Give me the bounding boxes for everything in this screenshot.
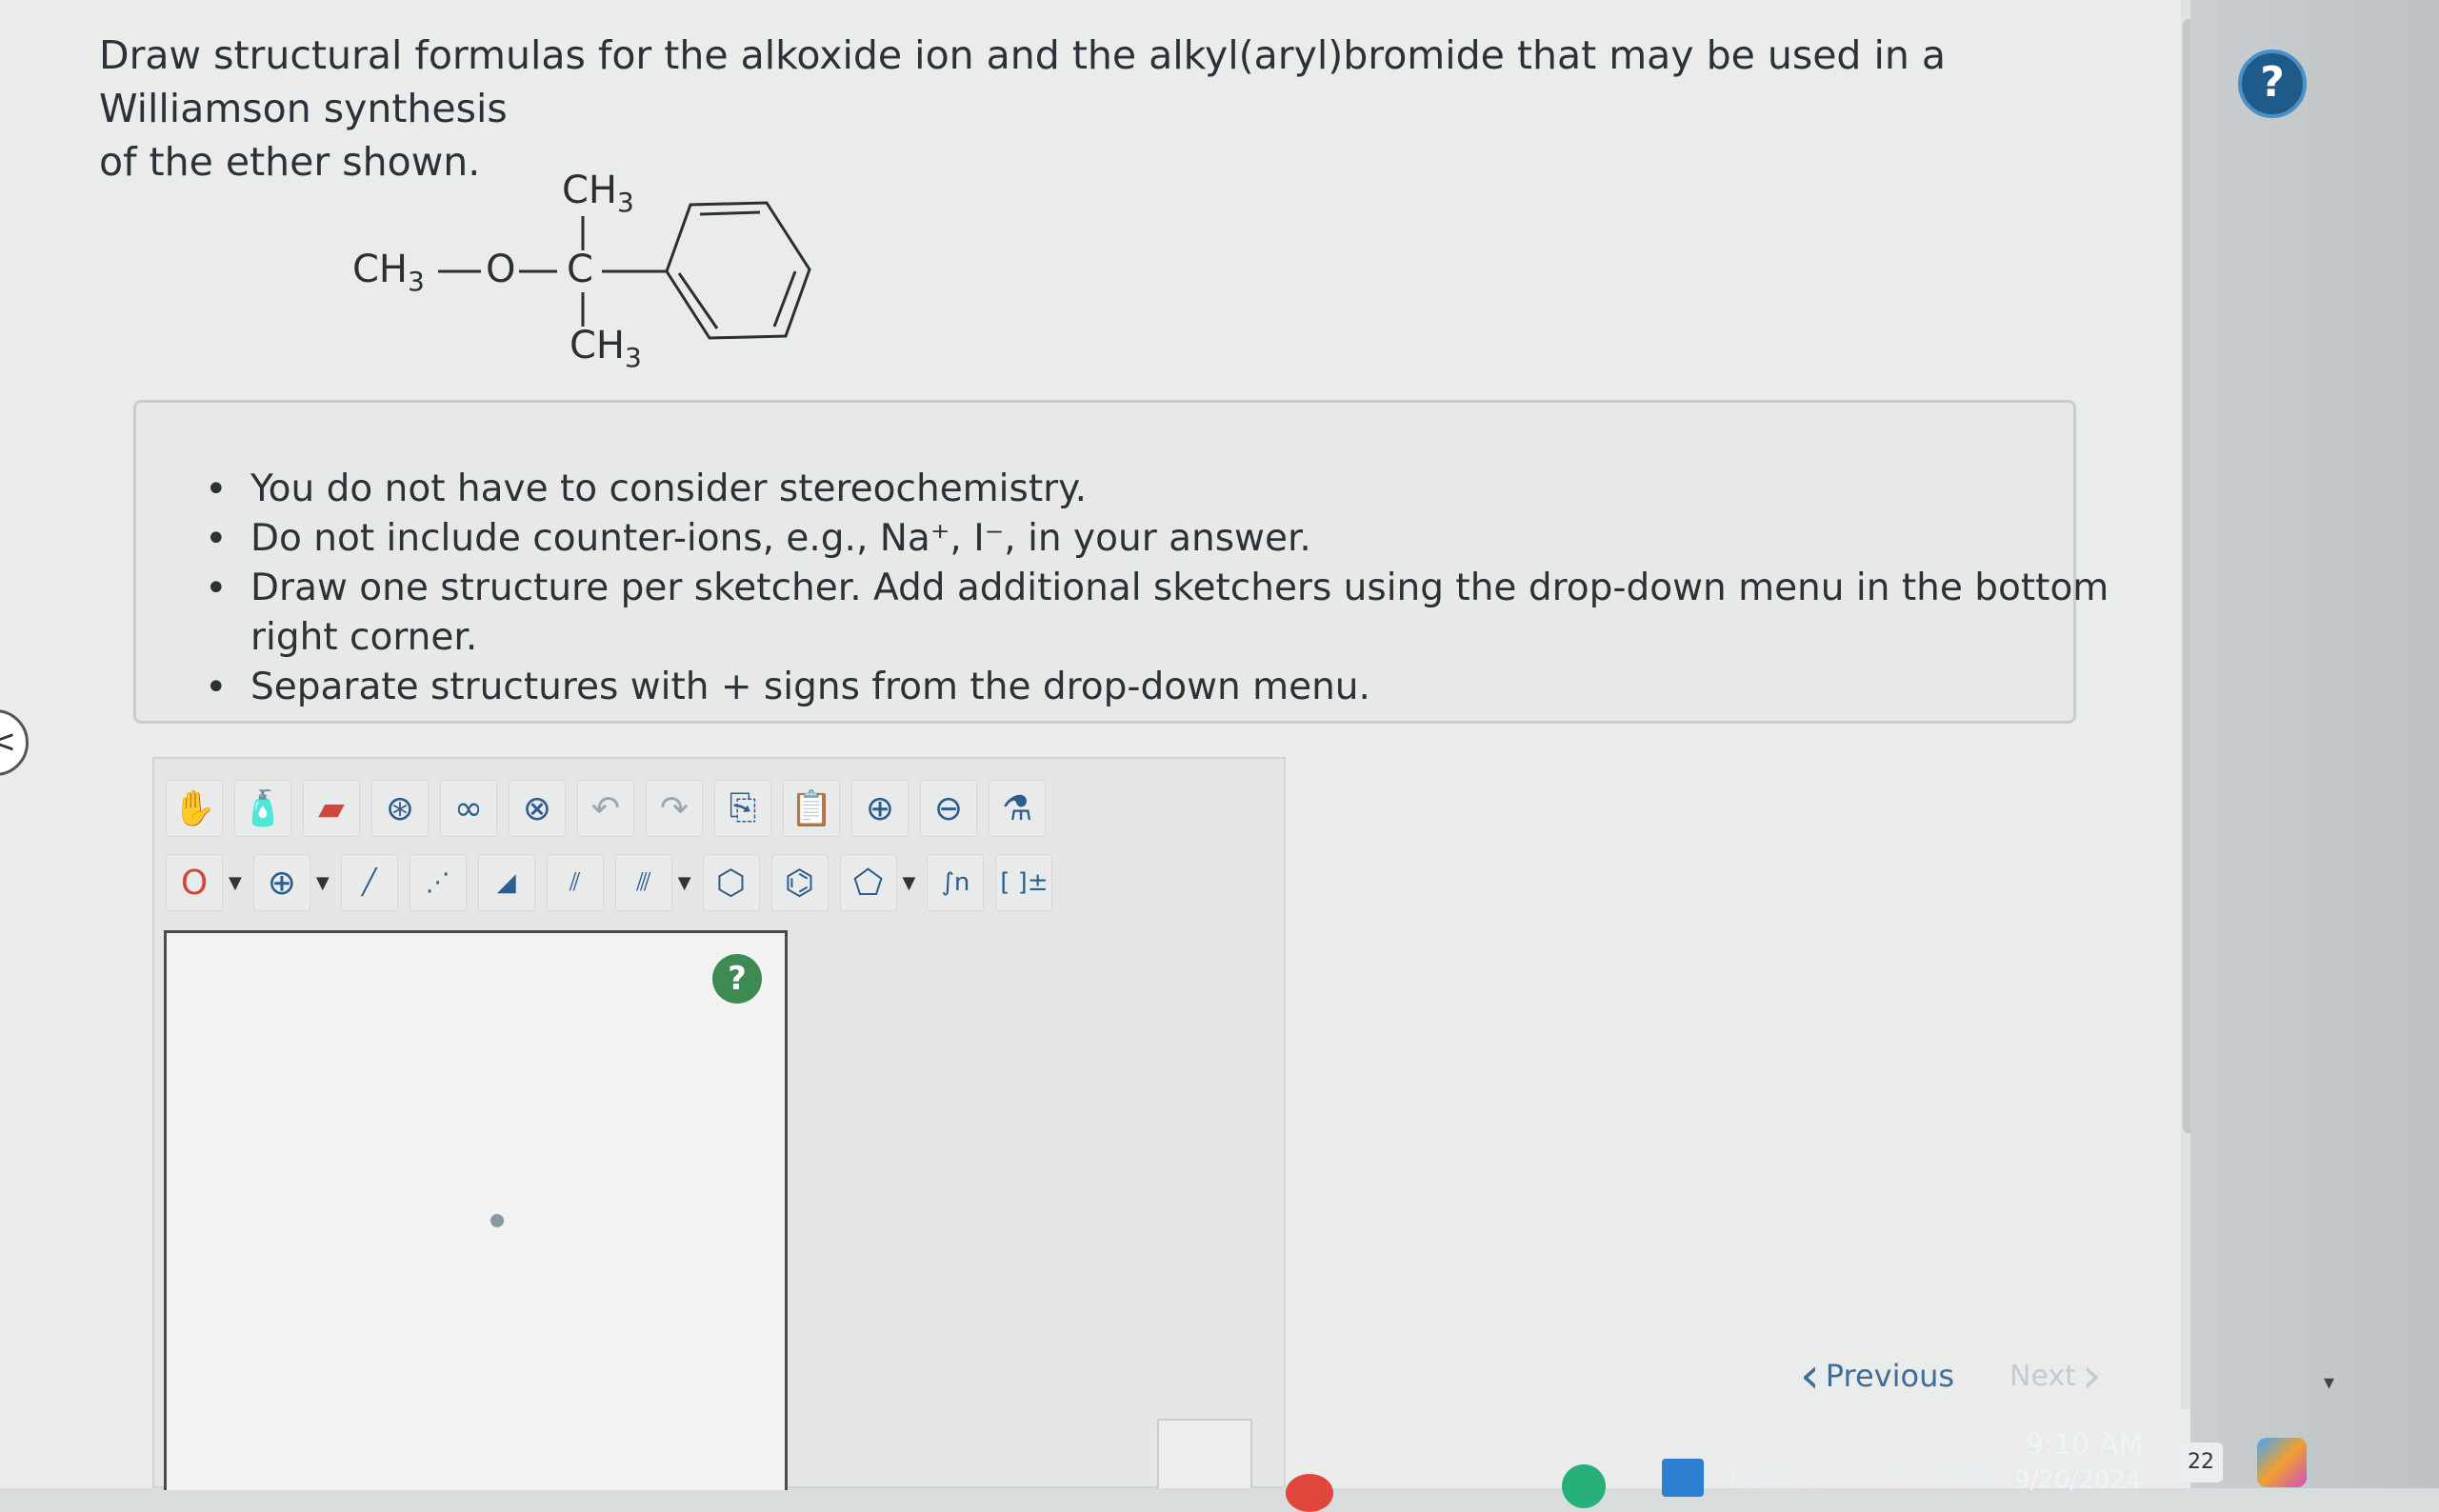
methyl-left-label: CH3 (352, 248, 425, 297)
zoom-in-icon[interactable]: ⊕ (851, 780, 909, 837)
clock-time[interactable]: 9:10 AM (2026, 1428, 2143, 1462)
question-page: Draw structural formulas for the alkoxid… (0, 0, 2190, 1490)
side-rail (2190, 0, 2439, 1488)
chevron-down-icon[interactable]: ▼ (903, 873, 916, 893)
paste-icon[interactable]: 📋 (783, 780, 840, 837)
previous-button[interactable]: ‹ Previous (1800, 1347, 1955, 1404)
previous-label: Previous (1825, 1358, 1955, 1394)
sketcher-dropdown-box[interactable] (1157, 1419, 1252, 1488)
drawing-canvas[interactable]: ? (164, 930, 788, 1490)
cyclohexane-icon[interactable]: ⬡ (702, 854, 760, 911)
chevron-down-icon[interactable]: ▼ (316, 873, 330, 893)
help-icon[interactable]: ? (2238, 50, 2307, 118)
instruction-item: Separate structures with + signs from th… (205, 663, 2136, 712)
copilot-icon[interactable] (2257, 1438, 2307, 1487)
chevron-down-icon[interactable]: ▼ (678, 873, 691, 893)
weather-widget[interactable]: Earn... (1729, 1462, 1821, 1495)
instruction-item: You do not have to consider stereochemis… (205, 465, 2136, 514)
ether-structure: CH3 O C CH3 CH3 (352, 157, 829, 386)
language-indicator[interactable]: ENG (1938, 1457, 2000, 1490)
canvas-cursor-dot (490, 1214, 504, 1227)
taskbar: Earn... ^ ENG 9:10 AM 9/20/2024 22 (1286, 1409, 2439, 1512)
clock-date[interactable]: 9/20/2024 (2014, 1466, 2141, 1495)
tray-chevron-up-icon[interactable]: ^ (1876, 1455, 1900, 1488)
central-carbon-label: C (567, 248, 593, 291)
wedge-bond-icon[interactable]: ◢ (477, 854, 535, 911)
eraser-icon[interactable]: ▰ (303, 780, 360, 837)
single-bond-icon[interactable]: ╱ (340, 854, 398, 911)
cyclopentane-icon[interactable]: ⬠ (839, 854, 897, 911)
next-button[interactable]: Next › (2009, 1347, 2102, 1404)
store-icon[interactable] (1662, 1459, 1704, 1497)
instructions-box: You do not have to consider stereochemis… (133, 400, 2109, 724)
structure-sketcher: ✋ 🧴 ▰ ⊛ ∞ ⊗ ↶ ↷ ⎘ 📋 ⊕ ⊖ ⚗ O ▼ ⊕ ▼ ╱ ⋰ ◢ … (152, 757, 1286, 1490)
app-icon[interactable] (1286, 1474, 1333, 1512)
help-icon[interactable]: ? (712, 954, 762, 1004)
clean-icon[interactable]: ⚗ (989, 780, 1046, 837)
charge-plus-icon[interactable]: ⊕ (252, 854, 310, 911)
triple-bond-icon[interactable]: ⫻ (614, 854, 672, 911)
question-line-1: Draw structural formulas for the alkoxid… (99, 32, 1947, 131)
hand-icon[interactable]: ✋ (166, 780, 223, 837)
methyl-top-label: CH3 (562, 169, 634, 218)
instructions-list: You do not have to consider stereochemis… (136, 465, 2136, 712)
oxygen-label: O (486, 248, 516, 291)
chain-icon[interactable]: ∞ (440, 780, 497, 837)
double-bond-icon[interactable]: ⫽ (546, 854, 604, 911)
sketcher-toolbar-top: ✋ 🧴 ▰ ⊛ ∞ ⊗ ↶ ↷ ⎘ 📋 ⊕ ⊖ ⚗ (166, 780, 1046, 837)
benzene-icon[interactable]: ⌬ (770, 854, 829, 911)
methyl-bottom-label: CH3 (570, 324, 642, 373)
copy-icon[interactable]: ⎘ (714, 780, 771, 837)
app-icon[interactable] (1562, 1464, 1606, 1508)
ring-template-icon[interactable]: ⊛ (371, 780, 429, 837)
undo-icon[interactable]: ↶ (577, 780, 634, 837)
chevron-right-icon: › (2081, 1347, 2102, 1404)
zoom-out-icon[interactable]: ⊖ (920, 780, 977, 837)
instruction-item: Draw one structure per sketcher. Add add… (205, 564, 2136, 663)
bottle-icon[interactable]: 🧴 (234, 780, 291, 837)
next-label: Next (2009, 1359, 2076, 1393)
repeat-unit-icon[interactable]: ∫n (927, 854, 985, 911)
chevron-left-icon: ‹ (1800, 1347, 1820, 1404)
redo-icon[interactable]: ↷ (646, 780, 703, 837)
chevron-down-icon[interactable]: ▼ (229, 873, 242, 893)
atom-map-icon[interactable]: ⊗ (509, 780, 566, 837)
scroll-down-icon[interactable]: ▾ (2324, 1371, 2334, 1395)
bracket-charge-button[interactable]: [ ]± (995, 854, 1053, 911)
notification-badge[interactable]: 22 (2179, 1442, 2223, 1482)
hashed-bond-icon[interactable]: ⋰ (409, 854, 467, 911)
instruction-item: Do not include counter-ions, e.g., Na⁺, … (205, 514, 2136, 564)
sketcher-toolbar-bottom: O ▼ ⊕ ▼ ╱ ⋰ ◢ ⫽ ⫻ ▼ ⬡ ⌬ ⬠ ▼ ∫n [ ]± (166, 854, 1053, 911)
element-selector-button[interactable]: O (166, 854, 223, 911)
